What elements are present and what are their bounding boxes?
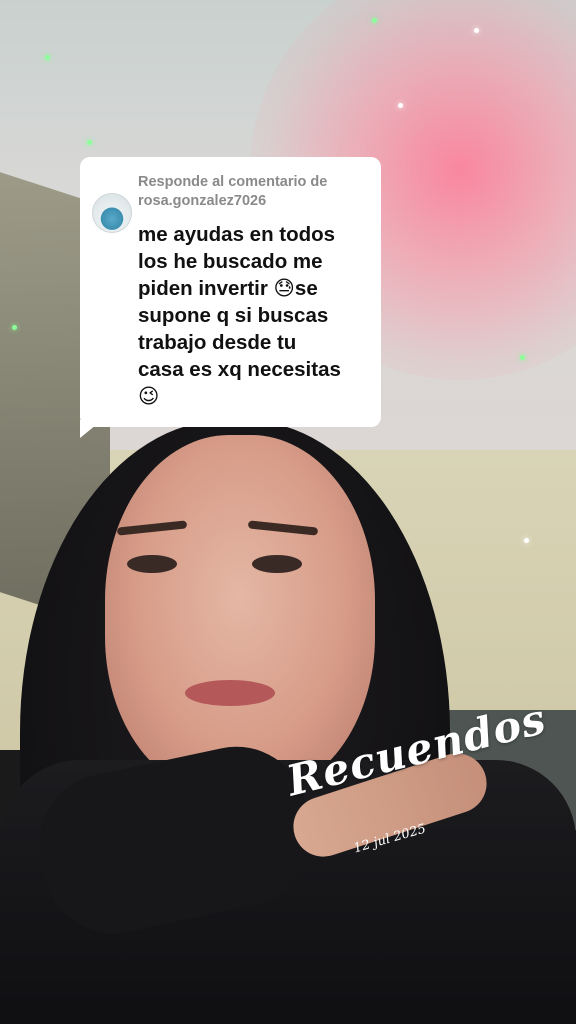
reply-comment-card[interactable]: Responde al comentario de rosa.gonzalez7… <box>80 157 381 427</box>
sparkle <box>45 55 50 60</box>
reply-label-line1: Responde al comentario de <box>138 174 328 190</box>
card-speech-tail <box>80 420 102 438</box>
right-eye <box>252 555 302 573</box>
person-face <box>105 435 375 795</box>
sparkle <box>474 28 479 33</box>
sparkle <box>372 18 377 23</box>
sparkle <box>520 355 525 360</box>
reply-label: Responde al comentario de rosa.gonzalez7… <box>138 173 367 211</box>
sparkle <box>524 538 529 543</box>
sparkle <box>87 140 92 145</box>
sparkle <box>12 325 17 330</box>
commenter-avatar <box>92 193 132 233</box>
sparkle <box>398 103 403 108</box>
commenter-username: rosa.gonzalez7026 <box>138 193 267 209</box>
video-frame <box>0 0 576 1024</box>
person-lips <box>185 680 275 706</box>
comment-text: me ayudas en todos los he buscado me pid… <box>138 223 341 408</box>
left-eye <box>127 555 177 573</box>
